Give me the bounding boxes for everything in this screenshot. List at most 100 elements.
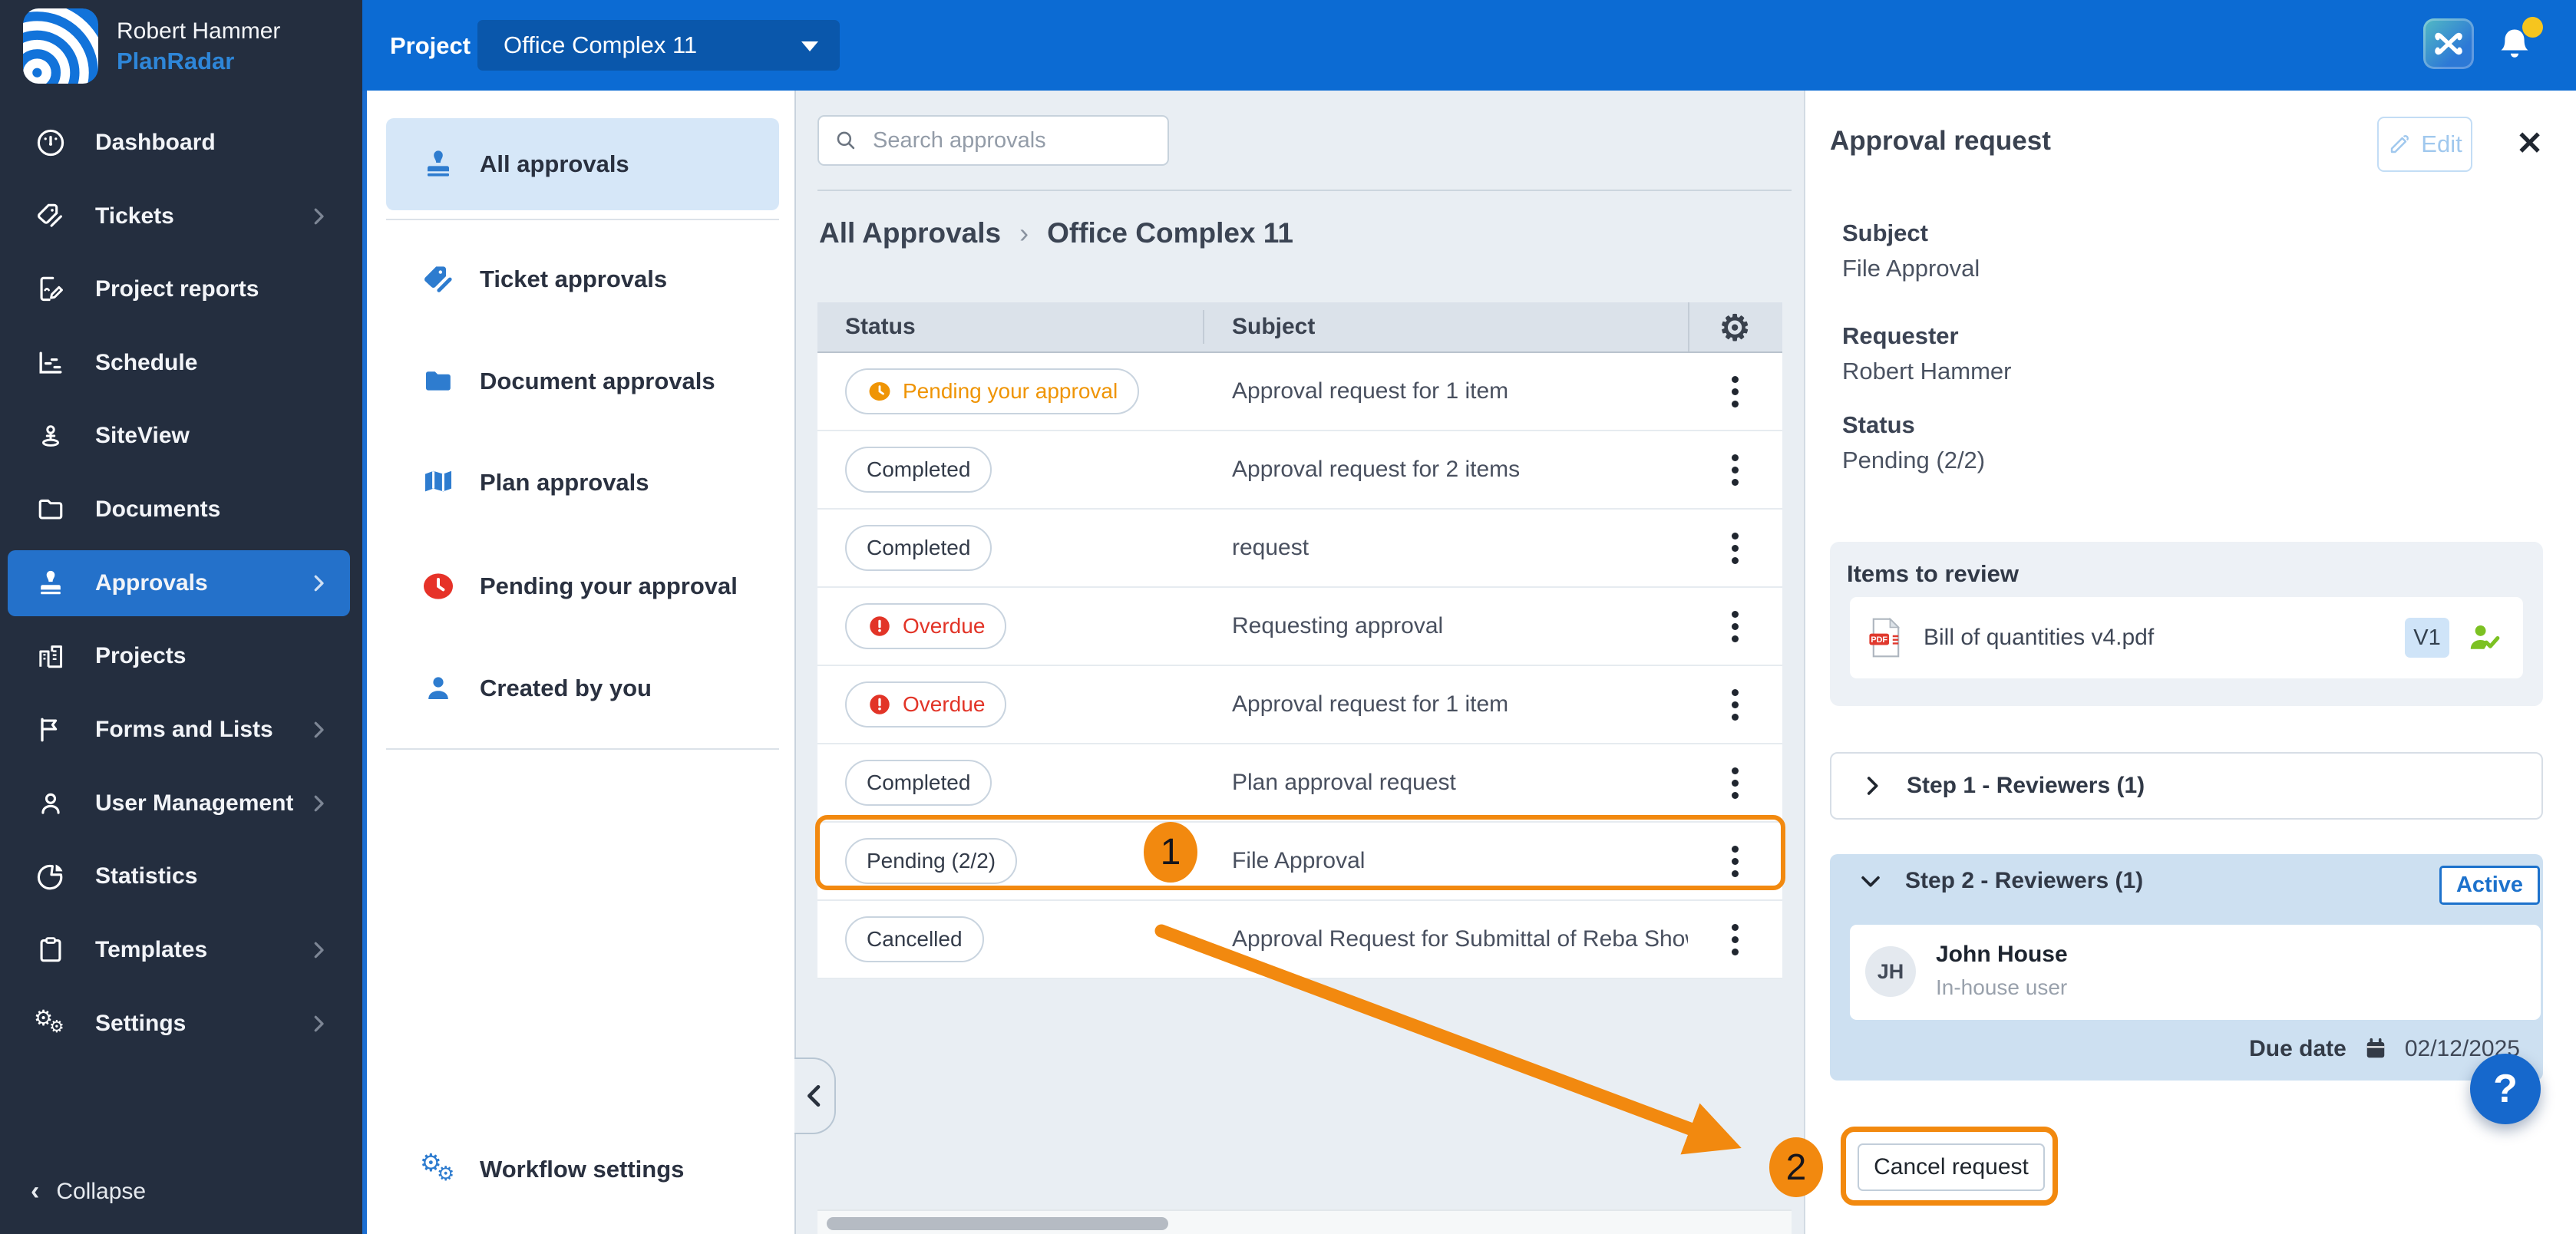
sidebar-item-approvals[interactable]: Approvals (8, 550, 350, 616)
planradar-logo-icon (23, 8, 98, 84)
stamp-icon (420, 146, 457, 183)
calendar-icon (2362, 1035, 2389, 1063)
planradar-app: Robert Hammer PlanRadar Project Office C… (0, 0, 2576, 1234)
divider (386, 748, 779, 750)
filter-ticket-approvals[interactable]: Ticket approvals (386, 245, 779, 314)
row-menu-kebab-icon[interactable] (1732, 701, 1739, 708)
search-input[interactable] (871, 127, 1164, 154)
dashboard-icon (34, 126, 68, 160)
chevron-left-icon (799, 1081, 830, 1111)
chevron-right-icon (307, 205, 330, 228)
status-badge: Pending your approval (845, 368, 1139, 414)
sidebar-item-user-management[interactable]: User Management (8, 770, 350, 836)
folder-icon (420, 363, 457, 400)
collapse-filter-panel-handle[interactable] (794, 1057, 836, 1134)
search-icon (833, 127, 859, 153)
cancel-request-button[interactable]: Cancel request (1858, 1143, 2045, 1191)
sidebar-item-forms-and-lists[interactable]: Forms and Lists (8, 697, 350, 763)
sidebar-item-siteview[interactable]: SiteView (8, 403, 350, 469)
dropdown-caret-icon (801, 41, 818, 51)
sidebar-item-settings[interactable]: ⚙⚙ Settings (8, 991, 350, 1057)
project-dropdown[interactable]: Office Complex 11 (477, 20, 840, 71)
statistics-icon (34, 860, 68, 893)
collapse-sidebar-button[interactable]: ‹ Collapse (31, 1176, 146, 1206)
step-2-accordion: Step 2 - Reviewers (1) Active JH John Ho… (1830, 854, 2543, 1081)
user-name: Robert Hammer (117, 18, 280, 45)
chevron-right-icon (307, 718, 330, 741)
reviewer-card[interactable]: JH John House In-house user (1850, 925, 2541, 1020)
filter-plan-approvals[interactable]: Plan approvals (386, 448, 779, 517)
approval-request-panel: Approval request Edit ✕ Subject File App… (1804, 91, 2576, 1234)
row-menu-kebab-icon[interactable] (1732, 780, 1739, 787)
approvals-icon (34, 566, 68, 600)
chevron-right-icon (307, 1012, 330, 1035)
app-switcher-icon[interactable] (2423, 18, 2474, 69)
field-label-requester: Requester (1842, 322, 1959, 350)
sidebar-item-templates[interactable]: Templates (8, 917, 350, 983)
sidebar-item-projects[interactable]: Projects (8, 623, 350, 689)
row-menu-kebab-icon[interactable] (1732, 388, 1739, 395)
version-badge[interactable]: V1 (2405, 618, 2449, 658)
table-settings-gear-icon[interactable]: ⚙ (1719, 310, 1753, 344)
status-badge: Completed (845, 447, 992, 493)
project-label: Project (390, 32, 471, 60)
siteview-icon (34, 419, 68, 453)
status-badge: Pending (2/2) (845, 838, 1017, 884)
table-row[interactable]: Completed Approval request for 2 items (817, 431, 1782, 510)
column-header-status: Status (817, 310, 1204, 344)
sidebar-item-tickets[interactable]: Tickets (8, 183, 350, 249)
field-value-subject: File Approval (1842, 255, 1980, 282)
project-reports-icon (34, 272, 68, 306)
table-row[interactable]: Pending your approval Approval request f… (817, 353, 1782, 431)
table-row-file-approval[interactable]: Pending (2/2) File Approval (817, 823, 1782, 901)
status-badge: Completed (845, 760, 992, 806)
workflow-settings-button[interactable]: ⚙⚙ Workflow settings (386, 1135, 779, 1204)
pencil-icon (2387, 132, 2412, 157)
sidebar-item-statistics[interactable]: Statistics (8, 843, 350, 909)
row-menu-kebab-icon[interactable] (1732, 936, 1739, 943)
workflow-gears-icon: ⚙⚙ (420, 1151, 457, 1188)
field-label-status: Status (1842, 411, 1915, 439)
due-date-row: Due date 02/12/2025 (2249, 1035, 2520, 1063)
table-row[interactable]: Overdue Approval request for 1 item (817, 666, 1782, 744)
table-row[interactable]: Overdue Requesting approval (817, 588, 1782, 666)
table-row[interactable]: Cancelled Approval Request for Submittal… (817, 901, 1782, 979)
subject-cell: request (1204, 535, 1688, 561)
close-panel-icon[interactable]: ✕ (2516, 124, 2543, 162)
review-file-item[interactable]: PDF Bill of quantities v4.pdf V1 (1850, 597, 2523, 678)
breadcrumb: All Approvals › Office Complex 11 (819, 217, 1293, 249)
row-menu-kebab-icon[interactable] (1732, 467, 1739, 473)
sidebar-item-documents[interactable]: Documents (8, 477, 350, 543)
map-icon (420, 464, 457, 501)
sidebar-item-project-reports[interactable]: Project reports (8, 256, 350, 322)
status-badge: Cancelled (845, 916, 984, 962)
templates-icon (34, 933, 68, 967)
row-menu-kebab-icon[interactable] (1732, 858, 1739, 865)
schedule-icon (34, 346, 68, 380)
edit-button[interactable]: Edit (2377, 117, 2472, 172)
status-badge: Completed (845, 525, 992, 571)
projects-icon (34, 639, 68, 673)
step-2-header[interactable]: Step 2 - Reviewers (1) (1858, 868, 2143, 894)
filter-created-by-you[interactable]: Created by you (386, 654, 779, 723)
step-1-accordion[interactable]: Step 1 - Reviewers (1) (1830, 752, 2543, 820)
settings-gears-icon: ⚙⚙ (34, 1007, 68, 1041)
sidebar-item-dashboard[interactable]: Dashboard (8, 110, 350, 176)
horizontal-scrollbar (817, 1209, 1792, 1234)
table-row[interactable]: Completed Plan approval request (817, 744, 1782, 823)
filter-pending-your-approval[interactable]: Pending your approval (386, 552, 779, 621)
documents-icon (34, 493, 68, 526)
filter-document-approvals[interactable]: Document approvals (386, 347, 779, 416)
filter-all-approvals[interactable]: All approvals (386, 118, 779, 210)
row-menu-kebab-icon[interactable] (1732, 545, 1739, 552)
chevron-right-icon (1859, 773, 1885, 799)
sidebar-item-schedule[interactable]: Schedule (8, 330, 350, 396)
horizontal-scrollbar-thumb[interactable] (827, 1217, 1168, 1230)
breadcrumb-root[interactable]: All Approvals (819, 217, 1001, 249)
help-button[interactable]: ? (2470, 1054, 2541, 1124)
table-row[interactable]: Completed request (817, 510, 1782, 588)
reviewer-type: In-house user (1936, 975, 2067, 1000)
row-menu-kebab-icon[interactable] (1732, 623, 1739, 630)
subject-cell: Plan approval request (1204, 770, 1688, 796)
chevron-right-icon (307, 572, 330, 595)
